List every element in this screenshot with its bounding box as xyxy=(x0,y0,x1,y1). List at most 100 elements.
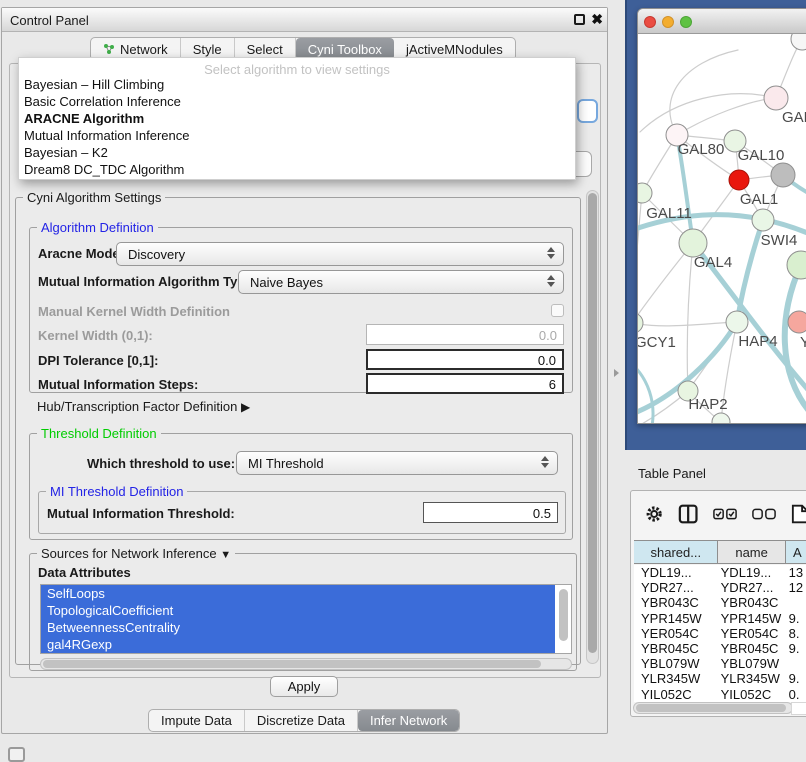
threshold-definition-group: Threshold Definition Which threshold to … xyxy=(29,433,573,540)
close-icon[interactable]: ✖ xyxy=(591,11,603,28)
selected-value: Discovery xyxy=(117,247,185,262)
manual-kernel-width-checkbox[interactable] xyxy=(551,304,564,317)
table-row[interactable]: YPR145WYPR145W9. xyxy=(634,611,806,626)
tab-label: Infer Network xyxy=(370,713,447,728)
deselect-all-icon[interactable] xyxy=(752,507,777,521)
minimize-traffic-icon[interactable] xyxy=(662,16,674,28)
network-node-label: Y xyxy=(800,334,806,351)
settings-scrollbar[interactable] xyxy=(586,190,599,664)
table-toolbar xyxy=(631,491,806,537)
network-edge[interactable] xyxy=(640,94,776,132)
tab-label: jActiveMNodules xyxy=(406,42,503,57)
network-view[interactable]: GALGAL80GAL10GAL1GAL11SWI4GAL4GCY1HAP4YH… xyxy=(638,34,806,423)
table-cell: YPR145W xyxy=(634,611,718,626)
which-threshold-select[interactable]: MI Threshold xyxy=(236,451,558,475)
network-node[interactable] xyxy=(638,313,643,333)
panel-divider-arrow[interactable] xyxy=(614,369,619,377)
network-node[interactable] xyxy=(752,209,774,231)
list-item[interactable]: SelfLoops xyxy=(41,585,555,602)
zoom-traffic-icon[interactable] xyxy=(680,16,692,28)
network-node[interactable] xyxy=(764,86,788,110)
network-node-label: GAL10 xyxy=(738,147,785,164)
network-node[interactable] xyxy=(679,229,707,257)
table-cell: YBR043C xyxy=(718,595,786,610)
table-cell: YDL19... xyxy=(634,565,718,580)
network-node[interactable] xyxy=(787,251,806,279)
collapse-down-icon[interactable]: ▼ xyxy=(220,549,231,561)
network-node[interactable] xyxy=(791,34,806,50)
network-node-label: GAL xyxy=(782,109,806,126)
network-node-label: GAL1 xyxy=(740,191,778,208)
tab-impute-data[interactable]: Impute Data xyxy=(149,710,245,731)
list-scrollbar[interactable] xyxy=(559,589,568,641)
page-icon[interactable] xyxy=(791,503,806,525)
network-node[interactable] xyxy=(726,311,748,333)
gear-icon[interactable] xyxy=(644,503,664,525)
close-traffic-icon[interactable] xyxy=(644,16,656,28)
network-node[interactable] xyxy=(712,413,730,423)
mi-steps-field[interactable] xyxy=(366,373,564,394)
network-node[interactable] xyxy=(729,170,749,190)
group-title: Threshold Definition xyxy=(37,426,161,441)
dpi-tolerance-field[interactable] xyxy=(366,349,564,370)
list-horizontal-scrollbar[interactable] xyxy=(40,658,572,670)
mi-threshold-field[interactable] xyxy=(423,502,558,523)
table-cell: YIL052C xyxy=(634,687,718,702)
columns-icon[interactable] xyxy=(678,503,698,525)
column-header-name[interactable]: name xyxy=(718,541,786,563)
mi-type-label: Mutual Information Algorithm Type: xyxy=(38,274,257,289)
list-item[interactable]: TopologicalCoefficient xyxy=(41,602,555,619)
group-title: MI Threshold Definition xyxy=(46,484,187,499)
apply-label: Apply xyxy=(288,679,321,694)
column-header-shared[interactable]: shared... xyxy=(634,541,718,563)
dropdown-item[interactable]: Bayesian – K2 xyxy=(19,144,575,161)
dropdown-item[interactable]: Dream8 DC_TDC Algorithm xyxy=(19,161,575,178)
table-cell: YBL079W xyxy=(718,656,786,671)
tab-infer-network[interactable]: Infer Network xyxy=(358,710,459,731)
network-edge[interactable] xyxy=(687,243,693,391)
dropdown-item[interactable]: Basic Correlation Inference xyxy=(19,93,575,110)
table-cell: YER054C xyxy=(634,626,718,641)
table-cell: 8. xyxy=(786,626,806,641)
table-row[interactable]: YIL052CYIL052C0. xyxy=(634,687,806,702)
group-title: Algorithm Definition xyxy=(37,220,158,235)
network-node[interactable] xyxy=(638,183,652,203)
table-row[interactable]: YLR345WYLR345W9. xyxy=(634,671,806,686)
table-row[interactable]: YDL19...YDL19...13 xyxy=(634,565,806,580)
list-item[interactable]: gal4RGexp xyxy=(41,636,555,653)
column-header-partial[interactable]: A xyxy=(786,541,806,563)
table-row[interactable]: YBL079WYBL079W xyxy=(634,656,806,671)
combo-focus-fragment xyxy=(577,99,598,123)
table-cell: YBR045C xyxy=(634,641,718,656)
attribute-list[interactable]: SelfLoops TopologicalCoefficient Between… xyxy=(40,584,572,654)
hub-transcription-toggle[interactable]: Hub/Transcription Factor Definition ▶ xyxy=(37,399,250,414)
list-item[interactable]: BetweennessCentrality xyxy=(41,619,555,636)
tab-discretize-data[interactable]: Discretize Data xyxy=(245,710,358,731)
network-node[interactable] xyxy=(788,311,806,333)
kernel-width-field[interactable] xyxy=(366,324,564,345)
dropdown-item[interactable]: Bayesian – Hill Climbing xyxy=(19,76,575,93)
collapsed-panel-button[interactable] xyxy=(8,747,25,762)
network-edge[interactable] xyxy=(670,50,738,135)
table-row[interactable]: YBR043CYBR043C xyxy=(634,595,806,610)
aracne-mode-select[interactable]: Discovery xyxy=(116,242,564,266)
table-row[interactable]: YDR27...YDR27...12 xyxy=(634,580,806,595)
float-window-icon[interactable] xyxy=(574,14,585,25)
table-horizontal-scrollbar[interactable] xyxy=(633,702,793,714)
table-row[interactable]: YER054CYER054C8. xyxy=(634,626,806,641)
dropdown-item[interactable]: Mutual Information Inference xyxy=(19,127,575,144)
select-all-icon[interactable] xyxy=(713,507,738,521)
network-edge[interactable] xyxy=(638,193,642,309)
table-row[interactable]: YBR045CYBR045C9. xyxy=(634,641,806,656)
dpi-tolerance-label: DPI Tolerance [0,1]: xyxy=(38,353,158,368)
mi-algorithm-type-select[interactable]: Naive Bayes xyxy=(238,270,564,294)
apply-button[interactable]: Apply xyxy=(270,676,338,697)
network-window-titlebar[interactable] xyxy=(638,9,806,34)
control-panel-titlebar[interactable]: Control Panel ✖ xyxy=(2,8,607,32)
network-edge[interactable] xyxy=(677,98,776,135)
spinner-arrows-icon xyxy=(547,275,555,287)
network-edge[interactable] xyxy=(638,364,653,423)
dropdown-item-selected[interactable]: ARACNE Algorithm xyxy=(19,110,575,127)
network-edge[interactable] xyxy=(638,243,693,323)
network-node[interactable] xyxy=(771,163,795,187)
